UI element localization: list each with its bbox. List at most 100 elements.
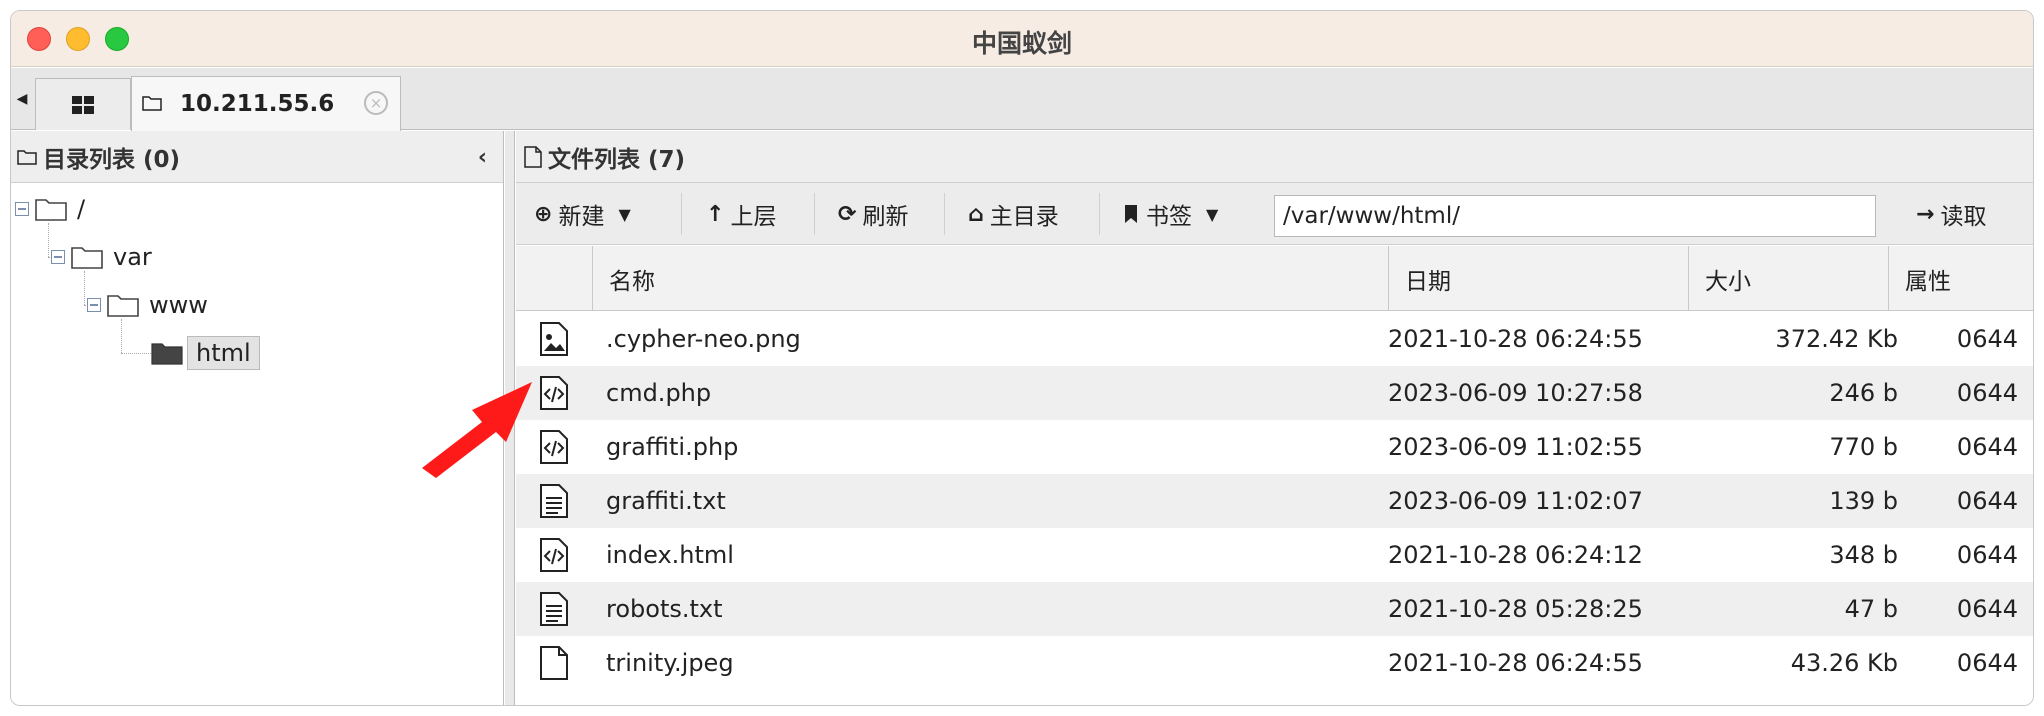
plus-circle-icon: ⊕ bbox=[534, 201, 553, 227]
file-permissions: 0644 bbox=[1956, 649, 2018, 677]
home-icon: ⌂ bbox=[968, 201, 984, 227]
column-header-size[interactable]: 大小 bbox=[1688, 246, 1888, 311]
tree-item-www[interactable]: www bbox=[87, 287, 208, 323]
toolbar-divider bbox=[944, 193, 945, 235]
file-name: index.html bbox=[606, 541, 734, 569]
file-date: 2023-06-09 11:02:55 bbox=[1388, 433, 1643, 461]
collapse-panel-icon[interactable]: ‹ bbox=[478, 145, 487, 170]
file-permissions: 0644 bbox=[1956, 433, 2018, 461]
file-permissions: 0644 bbox=[1956, 487, 2018, 515]
up-button[interactable]: ↑ 上层 bbox=[706, 183, 776, 245]
path-input[interactable] bbox=[1274, 195, 1876, 237]
refresh-button-label: 刷新 bbox=[862, 204, 909, 230]
bookmark-icon bbox=[1125, 205, 1137, 223]
code-file-icon bbox=[540, 430, 568, 464]
tree-connector bbox=[121, 319, 122, 353]
refresh-button[interactable]: ⟳ 刷新 bbox=[838, 183, 908, 245]
collapse-node-icon[interactable] bbox=[51, 250, 65, 264]
close-tab-icon[interactable]: × bbox=[364, 91, 388, 115]
collapse-node-icon[interactable] bbox=[87, 298, 101, 312]
read-button-label: 读取 bbox=[1940, 204, 1987, 230]
read-button[interactable]: → 读取 bbox=[1916, 183, 1986, 245]
file-name: trinity.jpeg bbox=[606, 649, 734, 677]
directory-panel-title: 目录列表 (0) bbox=[43, 146, 181, 173]
toolbar-divider bbox=[814, 193, 815, 235]
folder-filled-icon bbox=[151, 343, 183, 365]
table-row[interactable]: cmd.php 2023-06-09 10:27:58 246 b 0644 bbox=[516, 366, 2033, 420]
file-permissions: 0644 bbox=[1956, 541, 2018, 569]
tree-connector bbox=[48, 223, 49, 257]
table-row[interactable]: robots.txt 2021-10-28 05:28:25 47 b 0644 bbox=[516, 582, 2033, 636]
file-toolbar: ⊕ 新建 ▼ ↑ 上层 ⟳ 刷新 ⌂ 主目录 书签 ▼ /var/www/htm… bbox=[516, 183, 2033, 245]
file-panel: 文件列表 (7) ⊕ 新建 ▼ ↑ 上层 ⟳ 刷新 ⌂ 主目录 书签 ▼ /va… bbox=[516, 131, 2033, 705]
file-panel-header: 文件列表 (7) bbox=[516, 131, 2033, 183]
tree-item-label: var bbox=[113, 243, 152, 271]
column-header-date[interactable]: 日期 bbox=[1388, 246, 1688, 311]
column-header-attr[interactable]: 属性 bbox=[1888, 246, 2033, 311]
file-name: cmd.php bbox=[606, 379, 712, 407]
toolbar-divider bbox=[681, 193, 682, 235]
tree-item-label: html bbox=[187, 336, 260, 370]
image-file-icon bbox=[540, 322, 568, 356]
bookmark-button[interactable]: 书签 ▼ bbox=[1124, 183, 1218, 245]
tab-scroll-left-icon[interactable]: ◀ bbox=[11, 68, 33, 130]
blank-file-icon bbox=[540, 646, 568, 680]
text-file-icon bbox=[540, 592, 568, 626]
file-size: 47 b bbox=[1844, 595, 1898, 623]
table-row[interactable]: graffiti.php 2023-06-09 11:02:55 770 b 0… bbox=[516, 420, 2033, 474]
folder-icon bbox=[17, 149, 37, 165]
file-size: 139 b bbox=[1829, 487, 1898, 515]
arrow-right-icon: → bbox=[1916, 201, 1935, 227]
chevron-down-icon[interactable]: ▼ bbox=[1206, 205, 1218, 224]
file-permissions: 0644 bbox=[1956, 379, 2018, 407]
folder-icon bbox=[142, 96, 162, 111]
tab-home[interactable] bbox=[35, 78, 131, 130]
tree-item-label: www bbox=[149, 291, 208, 319]
tab-bar: ◀ 10.211.55.6 × bbox=[11, 68, 2033, 131]
folder-icon bbox=[35, 199, 67, 221]
tree-item-root[interactable]: / bbox=[15, 191, 85, 227]
file-size: 372.42 Kb bbox=[1775, 325, 1898, 353]
tab-connection[interactable]: 10.211.55.6 × bbox=[131, 76, 401, 131]
chevron-down-icon[interactable]: ▼ bbox=[618, 205, 630, 224]
title-bar: 中国蚁剑 bbox=[11, 11, 2033, 67]
file-name: .cypher-neo.png bbox=[606, 325, 801, 353]
tree-item-label: / bbox=[77, 195, 86, 223]
file-date: 2021-10-28 06:24:12 bbox=[1388, 541, 1643, 569]
file-name: graffiti.txt bbox=[606, 487, 726, 515]
column-header-name[interactable]: 名称 bbox=[592, 246, 1388, 311]
file-size: 770 b bbox=[1829, 433, 1898, 461]
tree-item-html[interactable]: html bbox=[151, 335, 260, 371]
new-button[interactable]: ⊕ 新建 ▼ bbox=[534, 183, 631, 245]
directory-panel-header: 目录列表 (0) ‹ bbox=[11, 131, 503, 183]
tab-label: 10.211.55.6 bbox=[180, 91, 335, 117]
file-date: 2023-06-09 10:27:58 bbox=[1388, 379, 1643, 407]
home-button-label: 主目录 bbox=[989, 204, 1059, 230]
grid-icon bbox=[72, 95, 94, 114]
file-icon bbox=[524, 145, 542, 168]
table-row[interactable]: index.html 2021-10-28 06:24:12 348 b 064… bbox=[516, 528, 2033, 582]
window-title: 中国蚁剑 bbox=[971, 29, 1072, 58]
refresh-icon: ⟳ bbox=[838, 201, 857, 227]
file-date: 2021-10-28 06:24:55 bbox=[1388, 649, 1643, 677]
file-name: graffiti.php bbox=[606, 433, 739, 461]
text-file-icon bbox=[540, 484, 568, 518]
file-date: 2021-10-28 06:24:55 bbox=[1388, 325, 1643, 353]
file-date: 2021-10-28 05:28:25 bbox=[1388, 595, 1643, 623]
arrow-up-icon: ↑ bbox=[706, 201, 725, 227]
table-row[interactable]: graffiti.txt 2023-06-09 11:02:07 139 b 0… bbox=[516, 474, 2033, 528]
code-file-icon bbox=[540, 376, 568, 410]
home-button[interactable]: ⌂ 主目录 bbox=[968, 183, 1059, 245]
file-size: 348 b bbox=[1829, 541, 1898, 569]
table-row[interactable]: .cypher-neo.png 2021-10-28 06:24:55 372.… bbox=[516, 312, 2033, 366]
folder-icon bbox=[71, 247, 103, 269]
file-table-body: .cypher-neo.png 2021-10-28 06:24:55 372.… bbox=[516, 312, 2033, 690]
file-date: 2023-06-09 11:02:07 bbox=[1388, 487, 1643, 515]
file-permissions: 0644 bbox=[1956, 595, 2018, 623]
file-panel-title: 文件列表 (7) bbox=[548, 146, 686, 173]
tree-item-var[interactable]: var bbox=[51, 239, 152, 275]
collapse-node-icon[interactable] bbox=[15, 202, 29, 216]
table-row[interactable]: trinity.jpeg 2021-10-28 06:24:55 43.26 K… bbox=[516, 636, 2033, 690]
annotation-arrow-icon bbox=[422, 382, 532, 478]
folder-icon bbox=[107, 295, 139, 317]
